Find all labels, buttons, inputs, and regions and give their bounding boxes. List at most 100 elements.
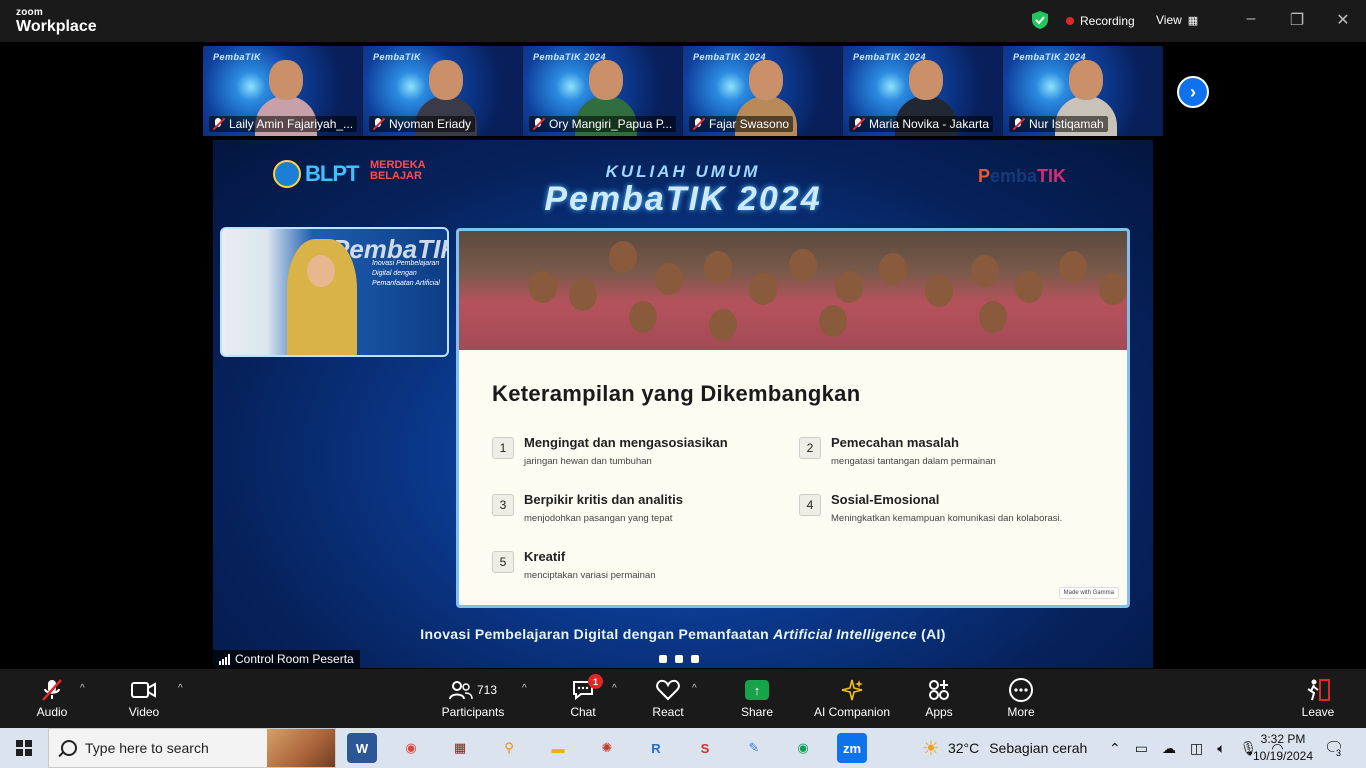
taskbar-app-icon[interactable]: ✺ [592, 733, 622, 763]
sparkle-icon [840, 678, 864, 702]
taskbar-app-icon[interactable]: ▦ [445, 733, 475, 763]
student-head [789, 249, 817, 281]
ai-companion-button[interactable]: AI Companion [812, 669, 892, 728]
participants-options-caret[interactable]: ^ [522, 683, 527, 694]
screen-share-label: Control Room Peserta [213, 650, 360, 668]
close-button[interactable]: ✕ [1333, 10, 1353, 30]
next-page-button[interactable]: › [1177, 76, 1209, 108]
participant-tile[interactable]: PembaTIK 2024 Nur Istiqamah [1003, 46, 1163, 136]
audio-label: Audio [36, 705, 68, 719]
chat-label: Chat [570, 705, 596, 719]
taskbar-clock[interactable]: 3:32 PM 10/19/2024 [1252, 731, 1314, 765]
video-button[interactable]: Video [122, 669, 166, 728]
participant-tile[interactable]: PembaTIK 2024 Maria Novika - Jakarta [843, 46, 1003, 136]
participant-tile[interactable]: PembaTIK Nyoman Eriady [363, 46, 523, 136]
clock-time: 3:32 PM [1260, 732, 1306, 746]
taskbar-app-icon[interactable]: ✎ [739, 733, 769, 763]
tagline-emphasis: Artificial Intelligence [773, 626, 917, 642]
record-dot-icon [1066, 17, 1074, 25]
weather-widget[interactable]: ☀ 32°C Sebagian cerah [922, 728, 1087, 768]
weather-desc: Sebagian cerah [989, 740, 1088, 756]
share-button[interactable]: ↑ Share [738, 669, 776, 728]
recording-indicator[interactable]: Recording [1066, 14, 1135, 28]
zoom-tray-icon[interactable]: ▭ [1135, 740, 1148, 757]
participant-tile[interactable]: PembaTIK Laily Amin Fajariyah_... [203, 46, 363, 136]
participant-head [1069, 60, 1103, 100]
participant-tile[interactable]: PembaTIK 2024 Fajar Swasono [683, 46, 843, 136]
student-head [749, 273, 777, 305]
participants-count: 713 [476, 683, 498, 697]
participant-name: Maria Novika - Jakarta [869, 117, 990, 131]
skill-number: 5 [492, 551, 514, 573]
participant-name: Ory Mangiri_Papua P... [549, 117, 673, 131]
meeting-toolbar: Audio ^ Video ^ 713 Participants ^ 1 Cha… [0, 669, 1366, 728]
chat-button[interactable]: 1 Chat [565, 669, 603, 728]
chat-icon: 1 [571, 674, 603, 702]
taskbar-app-icon[interactable]: R [641, 733, 671, 763]
search-placeholder: Type here to search [85, 740, 209, 756]
mic-muted-icon [531, 117, 545, 131]
react-options-caret[interactable]: ^ [692, 683, 697, 694]
audio-button[interactable]: Audio [30, 669, 74, 728]
volume-icon[interactable]: 🔈︎ [1217, 740, 1225, 757]
skill-title: Pemecahan masalah [831, 435, 959, 450]
taskbar-search[interactable]: Type here to search [48, 728, 336, 768]
cloud-icon[interactable]: ☁ [1162, 740, 1176, 757]
view-button[interactable]: View ▦ [1156, 13, 1198, 27]
grid-icon: ▦ [1187, 14, 1199, 27]
student-head [819, 305, 847, 337]
taskbar-app-icon[interactable]: ◉ [396, 733, 426, 763]
shield-check-icon[interactable] [1032, 11, 1048, 29]
taskbar-app-icon[interactable]: W [347, 733, 377, 763]
video-options-caret[interactable]: ^ [178, 683, 183, 694]
made-with-gamma-badge[interactable]: Made with Gamma [1058, 587, 1119, 599]
participant-strip: PembaTIK Laily Amin Fajariyah_... PembaTIK… [203, 46, 1163, 138]
chat-badge: 1 [588, 674, 603, 689]
share-screen-icon: ↑ [745, 680, 769, 700]
mic-muted-icon [41, 678, 63, 702]
camera-tray-icon[interactable]: ◫ [1190, 740, 1203, 757]
participant-name-tag: Fajar Swasono [689, 116, 794, 132]
brand-big: Workplace [16, 18, 97, 35]
react-label: React [652, 705, 684, 719]
speaker-video: PembaTIK Inovasi Pembelajaran Digital de… [220, 227, 449, 357]
participant-name-tag: Nyoman Eriady [369, 116, 476, 132]
leave-button[interactable]: Leave [1300, 669, 1336, 728]
taskbar-app-icon[interactable]: ▬ [543, 733, 573, 763]
skill-desc: menjodohkan pasangan yang tepat [524, 513, 673, 524]
more-icon [1008, 678, 1034, 702]
maximize-button[interactable]: ❐ [1287, 10, 1307, 30]
taskbar-app-icon[interactable]: ⚲ [494, 733, 524, 763]
more-button[interactable]: More [1003, 669, 1039, 728]
notifications-icon[interactable]: 🗨︎ 3 [1324, 738, 1344, 758]
leave-label: Leave [1301, 705, 1335, 719]
chevron-up-icon[interactable]: ⌃ [1109, 740, 1121, 757]
people-icon [448, 681, 473, 700]
minimize-button[interactable]: – [1241, 10, 1261, 28]
search-icon [61, 740, 77, 756]
recording-label: Recording [1080, 14, 1135, 28]
chat-options-caret[interactable]: ^ [612, 683, 617, 694]
skill-desc: Meningkatkan kemampuan komunikasi dan ko… [831, 513, 1063, 524]
tile-banner: PembaTIK [213, 52, 262, 62]
taskbar-app-icon[interactable]: S [690, 733, 720, 763]
student-head [629, 301, 657, 333]
student-head [925, 275, 953, 307]
camera-icon [131, 678, 157, 702]
windows-start-icon[interactable] [16, 740, 32, 756]
audio-options-caret[interactable]: ^ [80, 683, 85, 694]
view-label: View [1156, 13, 1182, 27]
react-button[interactable]: React [648, 669, 688, 728]
participant-tile[interactable]: PembaTIK 2024 Ory Mangiri_Papua P... [523, 46, 683, 136]
taskbar-app-icon[interactable]: ◉ [788, 733, 818, 763]
taskbar-app-icon[interactable]: zm [837, 733, 867, 763]
skill-desc: mengatasi tantangan dalam permainan [831, 456, 996, 467]
students-photo [459, 231, 1127, 350]
participants-button[interactable]: 713 Participants [440, 669, 506, 728]
tagline-main: Inovasi Pembelajaran Digital dengan Pema… [420, 626, 774, 642]
skill-title: Berpikir kritis dan analitis [524, 492, 683, 507]
participant-head [589, 60, 623, 100]
apps-button[interactable]: Apps [920, 669, 958, 728]
clock-date: 10/19/2024 [1252, 749, 1314, 763]
participant-name: Laily Amin Fajariyah_... [229, 117, 354, 131]
